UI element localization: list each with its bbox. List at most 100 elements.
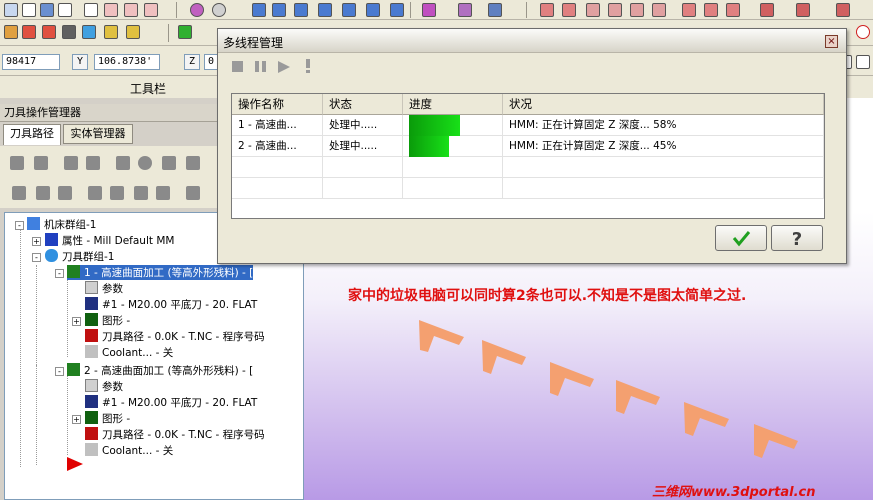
tree-op2-tool[interactable]: #1 - M20.00 平底刀 - 20. FLAT	[85, 395, 257, 410]
close-icon[interactable]: ×	[825, 35, 838, 48]
measure-icon[interactable]	[562, 3, 576, 17]
verify-icon[interactable]	[760, 3, 774, 17]
insert-icon[interactable]	[134, 186, 148, 200]
dialog-titlebar[interactable]: 多线程管理 ×	[218, 29, 846, 53]
verify-op-icon[interactable]	[138, 156, 152, 170]
row1-info[interactable]: HMM: 正在计算固定 Z 深度... 58%	[503, 115, 824, 136]
view-rotate-icon[interactable]	[342, 3, 356, 17]
tab-solids[interactable]: 实体管理器	[63, 124, 133, 144]
insert-arrow-icon[interactable]	[67, 457, 83, 471]
redo-icon[interactable]	[212, 3, 226, 17]
x-coordinate-field[interactable]: 98417	[2, 54, 60, 70]
view-iso-icon[interactable]	[318, 3, 332, 17]
view-front-icon[interactable]	[272, 3, 286, 17]
wireframe-icon[interactable]	[458, 3, 472, 17]
row2-status[interactable]: 处理中.....	[323, 136, 403, 157]
posting-icon[interactable]	[58, 186, 72, 200]
trim-icon[interactable]	[608, 3, 622, 17]
tree-op2-toolpath[interactable]: 刀具路径 - 0.0K - T.NC - 程序号码	[85, 427, 265, 442]
expand-root[interactable]: -	[15, 221, 24, 230]
post-op-icon[interactable]	[162, 156, 176, 170]
point-icon[interactable]	[4, 25, 18, 39]
tab-toolpaths[interactable]: 刀具路径	[3, 124, 61, 145]
attrib-icon[interactable]	[856, 55, 870, 69]
page-icon[interactable]	[84, 3, 98, 17]
help-button[interactable]: ?	[771, 225, 823, 251]
regen-dirty-icon[interactable]	[86, 156, 100, 170]
z-coordinate-label[interactable]: Z	[184, 54, 200, 70]
view-zoom-icon[interactable]	[390, 3, 404, 17]
ok-button[interactable]	[715, 225, 767, 251]
col-operation-name[interactable]: 操作名称	[232, 94, 323, 115]
post-icon[interactable]	[836, 3, 850, 17]
open-icon[interactable]	[4, 3, 18, 17]
new-icon[interactable]	[22, 3, 36, 17]
regen-all-icon[interactable]	[64, 156, 78, 170]
lathe-icon[interactable]	[726, 3, 740, 17]
row1-name[interactable]: 1 - 高速曲...	[232, 115, 323, 136]
scroll-icon[interactable]	[156, 186, 170, 200]
shade-icon[interactable]	[422, 3, 436, 17]
info-icon[interactable]	[304, 59, 312, 74]
tree-op1-toolpath[interactable]: 刀具路径 - 0.0K - T.NC - 程序号码	[85, 329, 265, 344]
tree-op2-params[interactable]: 参数	[85, 379, 123, 394]
view-top-icon[interactable]	[252, 3, 266, 17]
view-fit-icon[interactable]	[366, 3, 380, 17]
expand-op2[interactable]: -	[55, 367, 64, 376]
col-status[interactable]: 状态	[323, 94, 403, 115]
color-icon[interactable]	[104, 25, 118, 39]
expand-op1-geom[interactable]: +	[72, 317, 81, 326]
backplot-op-icon[interactable]	[116, 156, 130, 170]
tree-operation-1[interactable]: 1 - 高速曲面加工 (等高外形残料) - [	[67, 265, 254, 280]
tree-op2-coolant[interactable]: Coolant... - 关	[85, 443, 173, 458]
lock-icon[interactable]	[12, 186, 26, 200]
row2-info[interactable]: HMM: 正在计算固定 Z 深度... 45%	[503, 136, 824, 157]
select-dirty-icon[interactable]	[34, 156, 48, 170]
plus-icon[interactable]	[178, 25, 192, 39]
print-icon[interactable]	[58, 3, 72, 17]
plane-icon[interactable]	[488, 3, 502, 17]
backplot-icon[interactable]	[796, 3, 810, 17]
xform-icon[interactable]	[652, 3, 666, 17]
play-icon[interactable]	[278, 61, 290, 73]
save-icon[interactable]	[40, 3, 54, 17]
mill-icon[interactable]	[682, 3, 696, 17]
y-coordinate-field[interactable]: 106.8738'	[94, 54, 160, 70]
y-coordinate-label[interactable]: Y	[72, 54, 88, 70]
rect-icon[interactable]	[62, 25, 76, 39]
tree-op1-tool[interactable]: #1 - M20.00 平底刀 - 20. FLAT	[85, 297, 257, 312]
undo-icon[interactable]	[190, 3, 204, 17]
pause-icon[interactable]	[255, 61, 266, 72]
table-icon[interactable]	[144, 3, 158, 17]
move-down-icon[interactable]	[88, 186, 102, 200]
layer-icon[interactable]	[126, 25, 140, 39]
stop-icon[interactable]	[232, 61, 243, 72]
thread-list[interactable]: 操作名称 状态 进度 状况 1 - 高速曲... 处理中..... HMM: 正…	[231, 93, 825, 219]
row1-status[interactable]: 处理中.....	[323, 115, 403, 136]
select-icon[interactable]	[82, 25, 96, 39]
z-coordinate-field[interactable]: 0	[204, 54, 218, 70]
line-icon[interactable]	[22, 25, 36, 39]
offset-icon[interactable]	[630, 3, 644, 17]
tree-op1-params[interactable]: 参数	[85, 281, 123, 296]
wave-icon[interactable]	[186, 186, 200, 200]
hs-icon[interactable]	[186, 156, 200, 170]
tree-op2-geometry[interactable]: 图形 -	[85, 411, 130, 426]
drill-icon[interactable]	[704, 3, 718, 17]
tree-operation-2[interactable]: 2 - 高速曲面加工 (等高外形残料) - [	[67, 363, 253, 378]
col-info[interactable]: 状况	[503, 94, 824, 115]
move-up-icon[interactable]	[110, 186, 124, 200]
arc-icon[interactable]	[42, 25, 56, 39]
tree-op1-coolant[interactable]: Coolant... - 关	[85, 345, 173, 360]
toggle-icon[interactable]	[36, 186, 50, 200]
tree-properties[interactable]: 属性 - Mill Default MM	[45, 233, 174, 248]
grid-icon[interactable]	[124, 3, 138, 17]
expand-op1[interactable]: -	[55, 269, 64, 278]
col-progress[interactable]: 进度	[403, 94, 503, 115]
select-all-icon[interactable]	[10, 156, 24, 170]
tree-toolgroup[interactable]: 刀具群组-1	[45, 249, 114, 264]
expand-op2-geom[interactable]: +	[72, 415, 81, 424]
tree-root[interactable]: 机床群组-1	[27, 217, 96, 232]
stop-circle-icon[interactable]	[856, 25, 870, 39]
analyze-icon[interactable]	[540, 3, 554, 17]
